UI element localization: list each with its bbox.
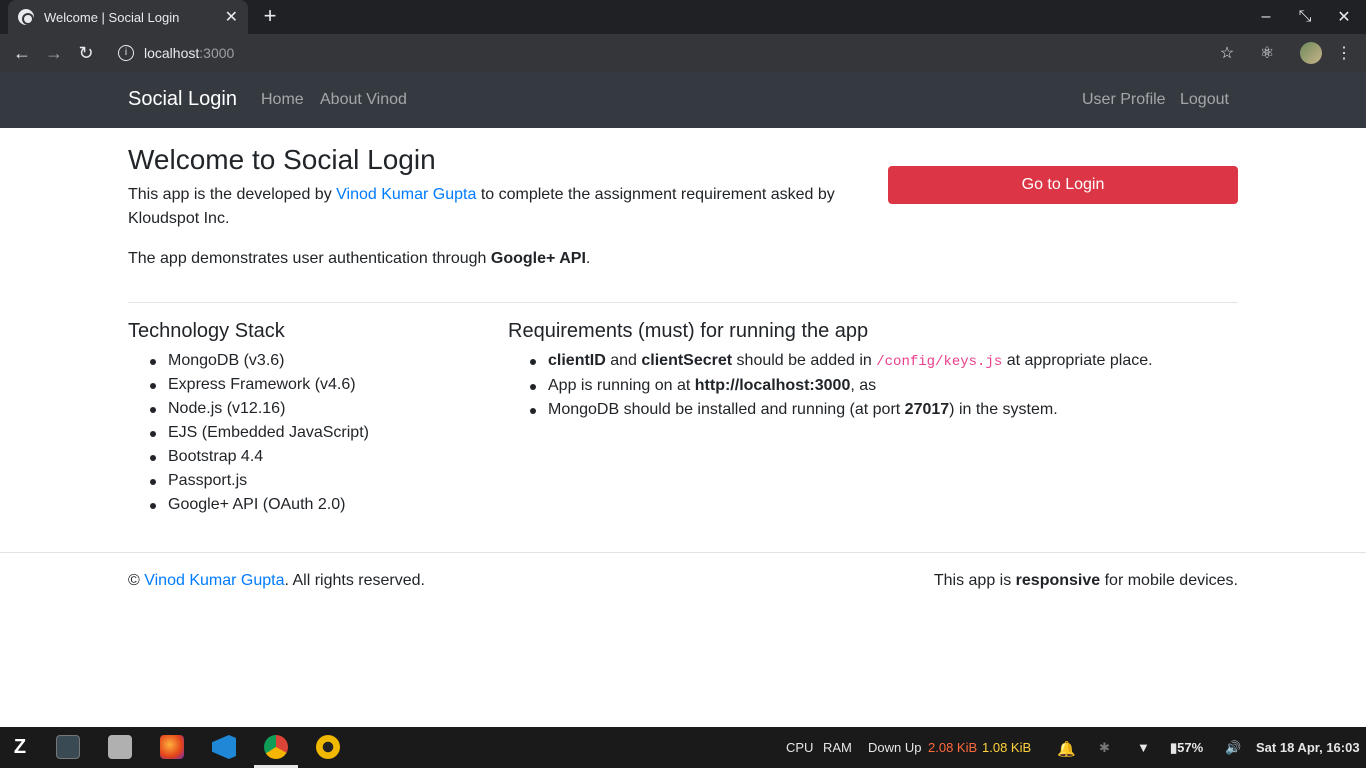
page-title: Welcome to Social Login <box>128 144 436 175</box>
list-item: Node.js (v12.16) <box>128 397 369 421</box>
network-label[interactable]: Down Up <box>868 740 921 755</box>
list-item: clientID and clientSecret should be adde… <box>508 349 1153 374</box>
nav-home[interactable]: Home <box>261 91 304 109</box>
download-rate: 2.08 KiB <box>928 740 978 755</box>
menu-kebab-icon[interactable]: ⋮ <box>1333 42 1355 64</box>
close-tab-icon[interactable]: ✕ <box>225 7 238 27</box>
zorin-menu-icon[interactable]: Z <box>8 735 32 759</box>
vscode-icon[interactable] <box>212 735 236 759</box>
chrome-icon[interactable] <box>254 735 298 768</box>
responsive-word: responsive <box>1015 572 1101 589</box>
intro-text: This app is the developed by Vinod Kumar… <box>128 183 848 231</box>
tech-stack-section: Technology Stack MongoDB (v3.6) Express … <box>128 320 369 517</box>
bookmark-star-icon[interactable]: ☆ <box>1216 42 1238 64</box>
tab-title: Welcome | Social Login <box>44 9 180 25</box>
requirements-heading: Requirements (must) for running the app <box>508 320 869 342</box>
globe-icon <box>18 9 34 25</box>
upload-rate: 1.08 KiB <box>982 740 1032 755</box>
mongo-port: 27017 <box>904 401 950 418</box>
responsive-note: This app is responsive for mobile device… <box>934 572 1238 590</box>
req-text: , as <box>850 377 877 394</box>
clock[interactable]: Sat 18 Apr, 16:03 <box>1256 740 1360 755</box>
list-item: Passport.js <box>128 469 369 493</box>
battery-indicator[interactable]: ▮57% <box>1170 740 1203 756</box>
forward-icon[interactable]: → <box>41 40 67 66</box>
req-text: and <box>605 352 642 369</box>
nav-user-profile[interactable]: User Profile <box>1082 91 1166 109</box>
req-text: App is running on at <box>548 377 695 394</box>
terminal-icon[interactable] <box>56 735 80 759</box>
divider <box>128 302 1238 303</box>
info-icon[interactable]: i <box>118 45 134 61</box>
ram-label[interactable]: RAM <box>823 740 852 755</box>
profile-avatar[interactable] <box>1300 42 1322 64</box>
list-item: MongoDB (v3.6) <box>128 349 369 373</box>
list-item: EJS (Embedded JavaScript) <box>128 421 369 445</box>
os-taskbar: Z CPU RAM Down Up 2.08 KiB 1.08 KiB 🔔 ✱ … <box>0 727 1366 768</box>
req-text: ) in the system. <box>949 401 1058 418</box>
responsive-suffix: for mobile devices. <box>1100 572 1238 589</box>
demo-suffix: . <box>585 250 591 267</box>
list-item: App is running on at http://localhost:30… <box>508 374 1153 398</box>
nav-logout[interactable]: Logout <box>1180 91 1229 109</box>
reload-icon[interactable]: ↻ <box>73 40 99 66</box>
list-item: Express Framework (v4.6) <box>128 373 369 397</box>
demo-prefix: The app demonstrates user authentication… <box>128 250 491 267</box>
firefox-icon[interactable] <box>160 735 184 759</box>
close-window-icon[interactable]: ✕ <box>1324 0 1364 34</box>
list-item: Bootstrap 4.4 <box>128 445 369 469</box>
client-id: clientID <box>548 352 606 369</box>
wifi-icon[interactable]: ▼ <box>1137 740 1150 755</box>
req-text: should be added in <box>732 352 877 369</box>
list-item: Google+ API (OAuth 2.0) <box>128 493 369 517</box>
address-bar[interactable]: i localhost:3000 <box>110 38 1200 68</box>
requirements-section: Requirements (must) for running the app … <box>508 320 1153 422</box>
minimize-icon[interactable]: – <box>1246 0 1286 34</box>
tech-stack-heading: Technology Stack <box>128 320 285 342</box>
url-port: :3000 <box>199 45 235 61</box>
browser-toolbar: ← → ↻ i localhost:3000 ☆ ⚛ ⋮ <box>0 34 1366 72</box>
site-brand[interactable]: Social Login <box>128 88 237 111</box>
rhythmbox-icon[interactable] <box>316 735 340 759</box>
cpu-label[interactable]: CPU <box>786 740 813 755</box>
req-text: MongoDB should be installed and running … <box>548 401 905 418</box>
list-item: MongoDB should be installed and running … <box>508 398 1153 422</box>
app-url: http://localhost:3000 <box>694 377 851 394</box>
go-to-login-button[interactable]: Go to Login <box>888 166 1238 204</box>
battery-percent: 57% <box>1177 740 1204 755</box>
site-navbar: Social Login Home About Vinod User Profi… <box>0 72 1366 128</box>
browser-tab-bar: Welcome | Social Login ✕ + – ⤡ ✕ <box>0 0 1366 34</box>
volume-icon[interactable]: 🔊 <box>1225 740 1241 756</box>
client-secret: clientSecret <box>641 352 733 369</box>
responsive-prefix: This app is <box>933 572 1016 589</box>
tech-stack-list: MongoDB (v3.6) Express Framework (v4.6) … <box>128 349 369 517</box>
restore-icon[interactable]: ⤡ <box>1285 0 1325 34</box>
url-host: localhost <box>144 45 200 61</box>
demo-text: The app demonstrates user authentication… <box>128 247 590 271</box>
req-text: at appropriate place. <box>1002 352 1153 369</box>
browser-tab[interactable]: Welcome | Social Login ✕ <box>8 0 248 34</box>
back-icon[interactable]: ← <box>9 40 35 66</box>
intro-prefix: This app is the developed by <box>128 186 337 203</box>
copyright-text: . All rights reserved. <box>284 572 425 589</box>
react-devtools-icon[interactable]: ⚛ <box>1256 42 1278 64</box>
author-link[interactable]: Vinod Kumar Gupta <box>336 186 476 203</box>
copyright-symbol: © <box>128 572 145 589</box>
notification-bell-icon[interactable]: 🔔 <box>1057 740 1076 758</box>
copyright: © Vinod Kumar Gupta. All rights reserved… <box>128 572 425 590</box>
config-path: /config/keys.js <box>876 354 1003 370</box>
footer-author-link[interactable]: Vinod Kumar Gupta <box>144 572 284 589</box>
requirements-list: clientID and clientSecret should be adde… <box>508 349 1153 422</box>
nav-about[interactable]: About Vinod <box>320 91 407 109</box>
demo-api: Google+ API <box>490 250 586 267</box>
site-footer: © Vinod Kumar Gupta. All rights reserved… <box>0 552 1366 610</box>
files-icon[interactable] <box>108 735 132 759</box>
bluetooth-icon[interactable]: ✱ <box>1099 740 1110 756</box>
new-tab-button[interactable]: + <box>258 4 282 28</box>
